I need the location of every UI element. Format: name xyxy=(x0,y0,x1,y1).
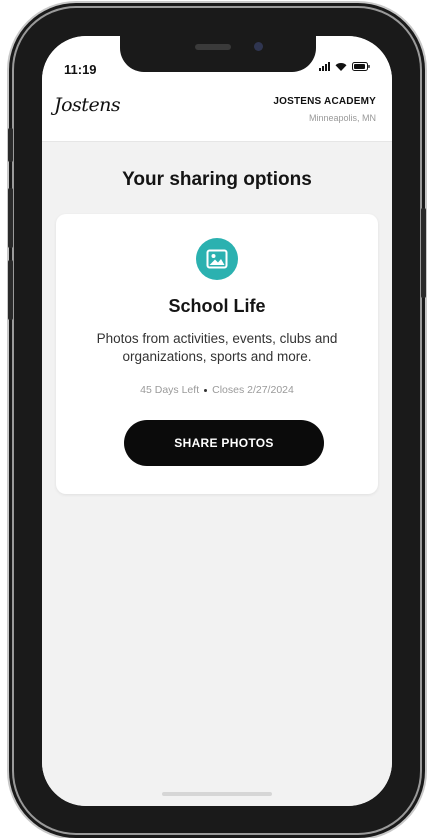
sharing-option-card: School Life Photos from activities, even… xyxy=(56,214,378,494)
page-title: Your sharing options xyxy=(122,169,312,190)
wifi-icon xyxy=(335,62,347,71)
school-info: JOSTENS ACADEMY Minneapolis, MN xyxy=(273,96,376,123)
front-camera xyxy=(254,42,263,51)
signal-icon xyxy=(319,62,330,71)
notch xyxy=(120,36,316,72)
card-deadline: 45 Days Left Closes 2/27/2024 xyxy=(56,384,378,396)
closes-date: Closes 2/27/2024 xyxy=(212,384,294,396)
separator-dot xyxy=(204,388,208,392)
jostens-logo[interactable]: Jostens xyxy=(54,94,121,116)
phone-volume-down-button xyxy=(8,260,13,320)
days-left: 45 Days Left xyxy=(140,384,200,396)
battery-icon xyxy=(352,62,370,71)
school-location: Minneapolis, MN xyxy=(308,113,376,123)
home-indicator[interactable] xyxy=(162,792,272,796)
speaker xyxy=(195,44,231,50)
card-title: School Life xyxy=(168,296,266,316)
status-time: 11:19 xyxy=(64,62,97,77)
phone-frame: 11:19 Jostens JOSTENS ACADEMY Minneapoli… xyxy=(8,8,426,833)
card-description: Photos from activities, events, clubs an… xyxy=(96,331,338,364)
image-icon xyxy=(196,238,238,280)
phone-volume-up-button xyxy=(8,188,13,248)
app-header: Jostens JOSTENS ACADEMY Minneapolis, MN xyxy=(42,80,392,142)
main-content: Your sharing options School Life Photos … xyxy=(42,142,392,806)
school-name: JOSTENS ACADEMY xyxy=(273,96,376,107)
phone-screen: 11:19 Jostens JOSTENS ACADEMY Minneapoli… xyxy=(42,36,392,806)
status-icons xyxy=(319,62,370,71)
share-photos-button[interactable]: SHARE PHOTOS xyxy=(124,420,324,466)
phone-side-button xyxy=(8,128,13,162)
phone-power-button xyxy=(421,208,426,298)
